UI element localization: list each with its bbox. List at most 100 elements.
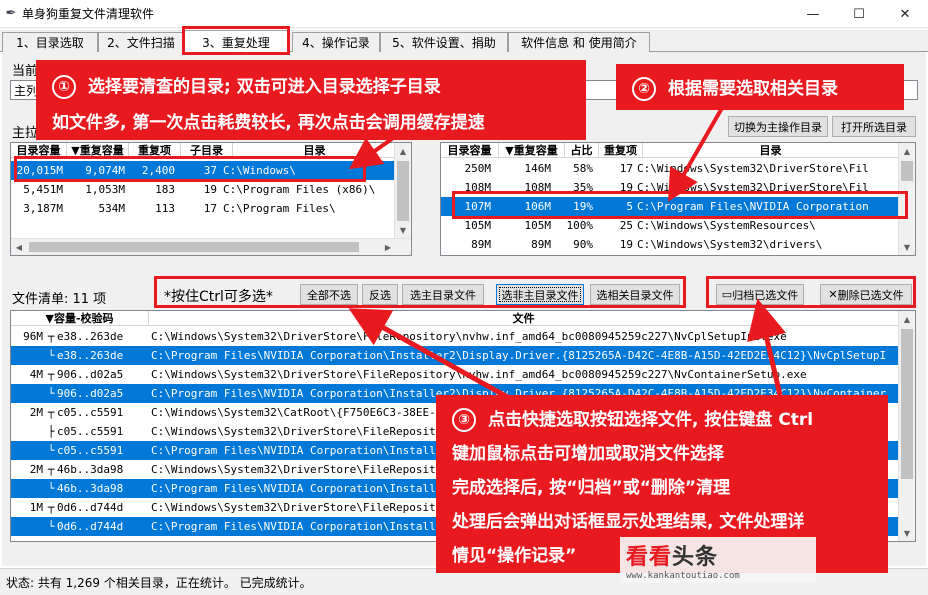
col-directory[interactable]: 目录: [233, 143, 397, 157]
file-row[interactable]: └ e38..263de C:\Program Files\NVIDIA Corpo…: [11, 346, 899, 365]
cell-items: 183: [155, 183, 175, 196]
related-dir-row[interactable]: 105M 105M 100% 25 C:\Windows\SystemResou…: [441, 216, 899, 235]
related-dirs-vscroll[interactable]: ▲ ▼: [898, 143, 915, 255]
deselect-all-button[interactable]: 全部不选: [300, 284, 358, 305]
main-dir-row[interactable]: 3,187M 534M 113 17 C:\Program Files\: [11, 199, 397, 218]
select-non-main-dir-files-button[interactable]: 选非主目录文件: [496, 284, 584, 305]
cell-hash: c05..c5591: [57, 406, 124, 419]
cell-tree: └: [47, 387, 55, 400]
cell-size: 1M: [29, 501, 43, 514]
cell-dir: C:\Program Files\: [223, 202, 336, 215]
scroll-down-icon[interactable]: ▼: [899, 239, 915, 255]
main-dir-row[interactable]: 5,451M 1,053M 183 19 C:\Program Files (x…: [11, 180, 397, 199]
callout-1-line1: 选择要清查的目录; 双击可进入目录选择子目录: [88, 77, 441, 97]
cell-items: 2,400: [141, 164, 175, 177]
main-dirs-hscroll[interactable]: ◀ ▶: [11, 238, 411, 255]
cell-hash: e38..263de: [57, 330, 124, 343]
related-dir-row[interactable]: 107M 106M 19% 5 C:\Program Files\NVIDIA …: [441, 197, 899, 216]
cell-dir: C:\Windows\System32\DriverStore\Fil: [637, 162, 869, 175]
maximize-button[interactable]: ☐: [836, 0, 882, 28]
cell-capacity: 105M: [464, 219, 492, 232]
scroll-up-icon[interactable]: ▲: [395, 143, 411, 159]
related-dir-row[interactable]: 108M 108M 35% 19 C:\Windows\System32\Dri…: [441, 178, 899, 197]
col-ratio[interactable]: 占比: [565, 143, 599, 157]
cell-hash: 46b..3da98: [57, 482, 124, 495]
file-row[interactable]: 4M ┬ 906..d02a5 C:\Windows\System32\DriverS…: [11, 365, 899, 384]
select-main-dir-files-button[interactable]: 选主目录文件: [402, 284, 484, 305]
file-list-vscroll[interactable]: ▲ ▼: [898, 311, 915, 541]
close-button[interactable]: ✕: [882, 0, 928, 28]
archive-label: 归档已选文件: [732, 288, 799, 302]
tab-settings-donate[interactable]: 5、软件设置、捐助: [380, 32, 508, 52]
cell-path: C:\Windows\System32\DriverStore\FileRepo…: [151, 330, 787, 343]
col-dup-capacity[interactable]: ▼重复容量: [499, 143, 565, 157]
callout-1: ① 选择要清查的目录; 双击可进入目录选择子目录 如文件多, 第一次点击耗费较长,…: [36, 60, 586, 140]
callout-3-line4: 处理后会弹出对话框显示处理结果, 文件处理详: [452, 512, 805, 532]
cell-dup: 534M: [98, 202, 126, 215]
cell-tree: ┬: [47, 368, 55, 381]
archive-selected-button[interactable]: ▭ 归档已选文件: [716, 284, 804, 305]
cell-dup: 146M: [524, 162, 552, 175]
related-dir-row[interactable]: 89M 89M 90% 19 C:\Windows\System32\drive…: [441, 235, 899, 254]
cell-ratio: 58%: [573, 162, 593, 175]
col-directory[interactable]: 目录: [643, 143, 899, 157]
main-dirs-list[interactable]: 目录容量 ▼重复容量 重复项 子目录 目录 20,015M 9,074M 2,4…: [10, 142, 412, 256]
delete-selected-button[interactable]: ✕ 删除已选文件: [820, 284, 912, 305]
col-dup-capacity[interactable]: ▼重复容量: [67, 143, 129, 157]
related-dirs-list[interactable]: 目录容量 ▼重复容量 占比 重复项 目录 250M 146M 58% 17 C:…: [440, 142, 916, 256]
open-selected-dir-button[interactable]: 打开所选目录: [832, 116, 916, 137]
scroll-up-icon[interactable]: ▲: [899, 143, 915, 159]
scroll-right-icon[interactable]: ▶: [380, 239, 396, 255]
callout-3-number: ③: [452, 408, 476, 432]
callout-3-line3: 完成选择后, 按“归档”或“删除”清理: [452, 478, 731, 498]
scroll-up-icon[interactable]: ▲: [899, 311, 915, 327]
col-dup-items[interactable]: 重复项: [129, 143, 181, 157]
cell-capacity: 89M: [471, 238, 491, 251]
minimize-button[interactable]: —: [790, 0, 836, 28]
scroll-down-icon[interactable]: ▼: [899, 525, 915, 541]
callout-2: ② 根据需要选取相关目录: [616, 64, 904, 110]
ctrl-multiselect-hint: *按住Ctrl可多选*: [164, 289, 273, 305]
cell-tree: └: [47, 444, 55, 457]
cell-hash: c05..c5591: [57, 425, 124, 438]
invert-selection-button[interactable]: 反选: [362, 284, 398, 305]
tab-duplicate-handling[interactable]: 3、重复处理: [184, 30, 288, 53]
callout-3-line1: 点击快捷选取按钮选择文件, 按住键盘 Ctrl: [488, 410, 814, 430]
col-size-hash[interactable]: ▼容量-校验码: [11, 311, 149, 325]
col-subdirs[interactable]: 子目录: [181, 143, 233, 157]
scroll-down-icon[interactable]: ▼: [395, 222, 411, 238]
cell-dir: C:\Program Files\NVIDIA Corporation: [637, 200, 869, 213]
scroll-thumb[interactable]: [901, 161, 913, 181]
main-dirs-label: 主拉: [12, 126, 39, 141]
scroll-left-icon[interactable]: ◀: [11, 239, 27, 255]
cell-dir: C:\Windows\: [223, 164, 296, 177]
col-dir-capacity[interactable]: 目录容量: [11, 143, 67, 157]
tab-directory-select[interactable]: 1、目录选取: [2, 32, 98, 52]
file-list-label: 文件清单: 11 项: [12, 292, 107, 307]
col-file[interactable]: 文件: [149, 311, 899, 325]
file-row[interactable]: 96M ┬ e38..263de C:\Windows\System32\Driver…: [11, 327, 899, 346]
scroll-thumb[interactable]: [29, 242, 359, 252]
cell-size: 96M: [23, 330, 43, 343]
cell-tree: ┬: [47, 406, 55, 419]
tab-file-scan[interactable]: 2、文件扫描: [98, 32, 184, 52]
cell-tree: ┬: [47, 501, 55, 514]
cell-size: 2M: [29, 406, 43, 419]
cell-dir: C:\Windows\SystemResources\: [637, 219, 816, 232]
cell-dup: 89M: [531, 238, 551, 251]
scroll-thumb[interactable]: [397, 161, 409, 221]
switch-main-dir-button[interactable]: 切换为主操作目录: [728, 116, 828, 137]
tab-software-info[interactable]: 软件信息 和 使用简介: [508, 32, 650, 52]
col-dir-capacity[interactable]: 目录容量: [441, 143, 499, 157]
callout-2-line1: 根据需要选取相关目录: [668, 79, 838, 99]
cell-dir: C:\Windows\System32\DriverStore\Fil: [637, 181, 869, 194]
cell-capacity: 20,015M: [16, 164, 63, 177]
cell-capacity: 108M: [464, 181, 492, 194]
scroll-thumb[interactable]: [901, 329, 913, 479]
tab-operation-log[interactable]: 4、操作记录: [292, 32, 380, 52]
select-related-dir-files-button[interactable]: 选相关目录文件: [590, 284, 680, 305]
tab-bar: 1、目录选取 2、文件扫描 3、重复处理 4、操作记录 5、软件设置、捐助 软件…: [0, 30, 928, 53]
related-dir-row[interactable]: 250M 146M 58% 17 C:\Windows\System32\Dri…: [441, 159, 899, 178]
main-dir-row[interactable]: 20,015M 9,074M 2,400 37 C:\Windows\: [11, 161, 397, 180]
col-dup-items[interactable]: 重复项: [599, 143, 643, 157]
